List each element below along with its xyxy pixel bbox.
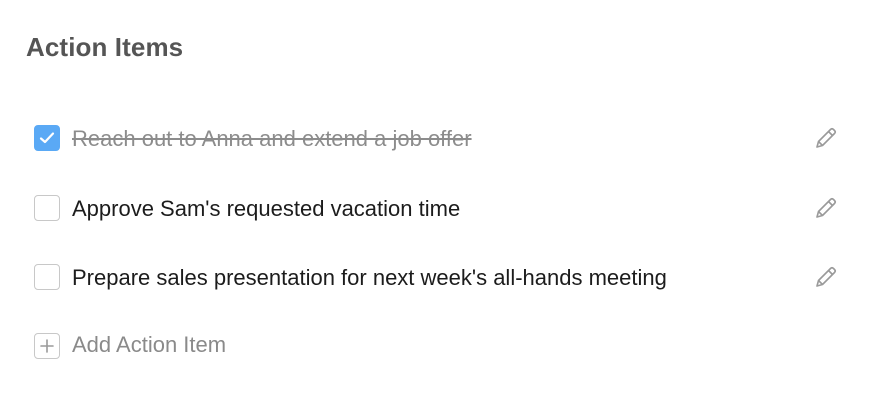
action-item: Prepare sales presentation for next week… xyxy=(34,258,844,298)
item-label: Approve Sam's requested vacation time xyxy=(72,196,461,221)
plus-icon xyxy=(34,333,60,359)
action-item: Approve Sam's requested vacation time xyxy=(34,189,844,229)
add-action-item-button[interactable]: Add Action Item xyxy=(34,330,294,360)
item-label: Reach out to Anna and extend a job offer xyxy=(72,126,472,151)
edit-icon[interactable] xyxy=(813,195,839,221)
item-checkbox[interactable] xyxy=(34,125,60,151)
checkmark-icon xyxy=(39,132,55,144)
action-item: Reach out to Anna and extend a job offer xyxy=(34,119,844,159)
item-checkbox[interactable] xyxy=(34,264,60,290)
add-action-item-label: Add Action Item xyxy=(72,332,227,357)
edit-icon[interactable] xyxy=(813,125,839,151)
item-label: Prepare sales presentation for next week… xyxy=(72,265,667,290)
section-title: Action Items xyxy=(26,32,184,62)
edit-icon[interactable] xyxy=(813,264,839,290)
item-checkbox[interactable] xyxy=(34,195,60,221)
